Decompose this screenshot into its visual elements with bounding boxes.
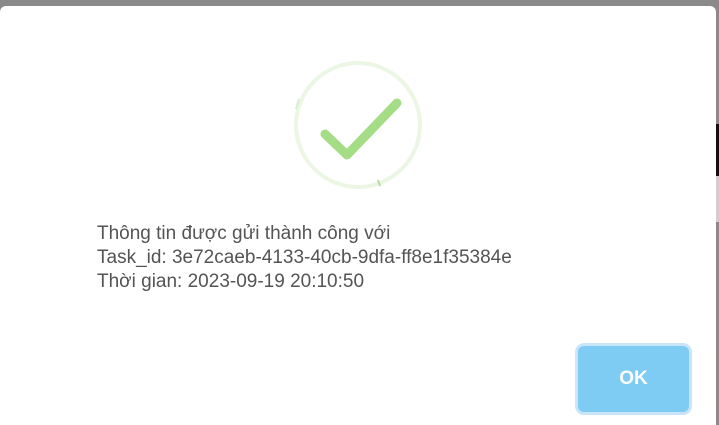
dialog-message: Thông tin được gửi thành công với Task_i… [97, 222, 677, 294]
ok-button[interactable]: OK [578, 346, 689, 412]
message-line-time: Thời gian: 2023-09-19 20:10:50 [97, 271, 365, 292]
success-dialog: Thông tin được gửi thành công với Task_i… [0, 6, 716, 425]
message-line-status: Thông tin được gửi thành công với [97, 223, 391, 244]
success-check-icon [294, 61, 422, 189]
message-line-task-id: Task_id: 3e72caeb-4133-40cb-9dfa-ff8e1f3… [97, 247, 512, 268]
